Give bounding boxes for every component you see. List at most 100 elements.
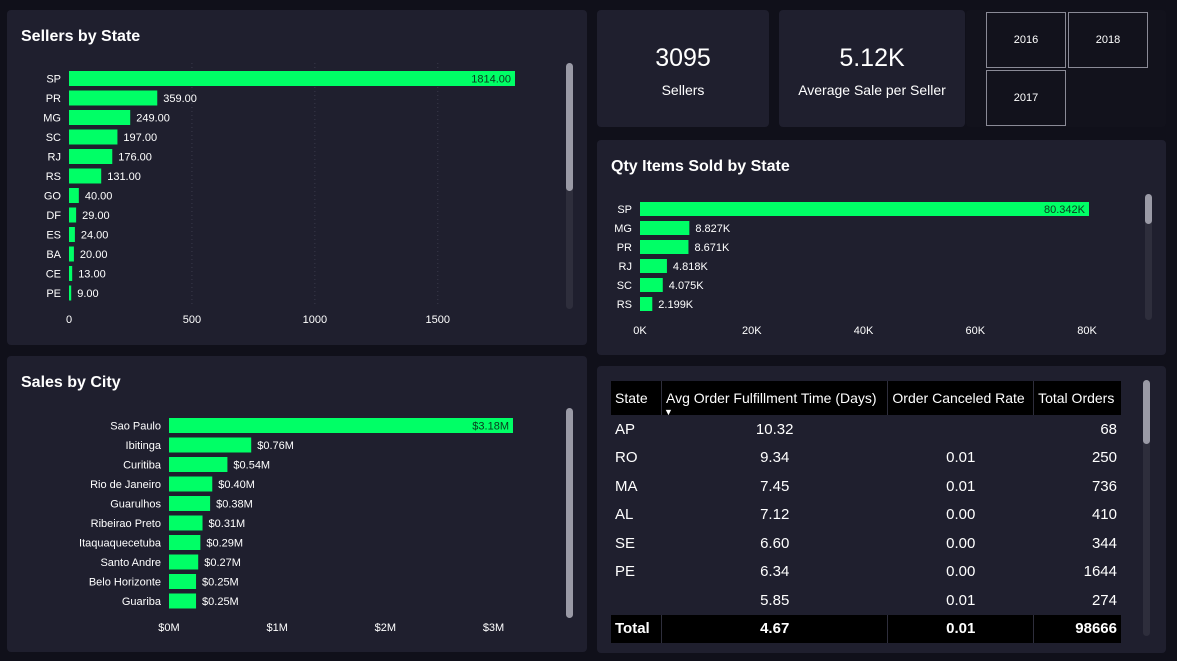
sellers-value-label: 24.00 xyxy=(81,230,109,242)
kpi-avg-sale-card: 5.12K Average Sale per Seller xyxy=(779,10,965,127)
sellers-bar xyxy=(69,207,77,223)
col-header-state[interactable]: State xyxy=(611,381,662,415)
cell-canceled-rate: 0.00 xyxy=(946,506,976,524)
city-category-label: Itaquaquecetuba xyxy=(79,538,162,550)
city-value-label: $0.27M xyxy=(204,557,241,569)
col-header-total-orders[interactable]: Total Orders xyxy=(1033,381,1121,415)
table-scroll-thumb[interactable] xyxy=(1143,380,1150,444)
table-row[interactable]: MA 7.45 0.01 736 xyxy=(611,472,1121,501)
table-row[interactable]: 5.85 0.01 274 xyxy=(611,586,1121,615)
sellers-chart-scrollbar[interactable] xyxy=(566,63,573,309)
sellers-chart-scroll-thumb[interactable] xyxy=(566,63,573,191)
cell-avg-fulfillment: 6.34 xyxy=(760,563,790,581)
city-value-label: $0.31M xyxy=(209,518,246,530)
qty-chart-scrollbar[interactable] xyxy=(1145,194,1152,320)
city-bar xyxy=(169,457,228,472)
sellers-x-tick-label: 500 xyxy=(183,314,201,326)
qty-x-tick-label: 60K xyxy=(966,325,986,337)
sellers-value-label: 40.00 xyxy=(85,191,113,203)
year-tile-2016[interactable]: 2016 xyxy=(986,12,1066,68)
sellers-by-state-panel: Sellers by State SP 1814.00 PR 359.00 MG 249.… xyxy=(7,10,587,345)
cell-total-orders: 410 xyxy=(1091,506,1117,524)
sellers-bar xyxy=(69,110,131,125)
cell-total-orders: 250 xyxy=(1091,449,1117,467)
table-scrollbar[interactable] xyxy=(1143,380,1150,636)
sellers-category-label: RJ xyxy=(48,152,61,164)
sellers-category-label: ES xyxy=(46,230,61,242)
kpi-avg-sale-label: Average Sale per Seller xyxy=(798,82,946,98)
sellers-category-label: SC xyxy=(46,132,61,144)
year-tile-2018[interactable]: 2018 xyxy=(1068,12,1148,68)
table-row[interactable]: AP 10.32 68 xyxy=(611,415,1121,444)
kpi-avg-sale-value: 5.12K xyxy=(839,44,905,72)
cell-canceled-rate: 0.01 xyxy=(887,614,1034,643)
sellers-value-label: 9.00 xyxy=(77,288,98,300)
cell-state: AL xyxy=(615,506,634,524)
qty-value-label: 80.342K xyxy=(1044,204,1086,216)
sellers-value-label: 131.00 xyxy=(107,171,141,183)
table-row[interactable]: SE 6.60 0.00 344 xyxy=(611,529,1121,558)
cell-state: RO xyxy=(615,449,638,467)
sellers-category-label: SP xyxy=(46,74,61,86)
sellers-bar xyxy=(69,266,73,281)
city-bar xyxy=(169,496,211,511)
cell-total-orders: 98666 xyxy=(1033,614,1121,643)
qty-x-tick-label: 80K xyxy=(1077,325,1097,337)
city-bar xyxy=(169,535,201,550)
sellers-value-label: 249.00 xyxy=(136,113,170,125)
table-row[interactable]: AL 7.12 0.00 410 xyxy=(611,501,1121,530)
city-x-tick-label: $1M xyxy=(266,622,287,634)
sellers-value-label: 29.00 xyxy=(82,210,110,222)
qty-bar xyxy=(640,221,690,235)
city-value-label: $0.54M xyxy=(233,460,270,472)
cell-canceled-rate: 0.01 xyxy=(946,449,976,467)
cell-state: Total xyxy=(611,614,662,643)
sales-by-city-chart: Sao Paulo $3.18M Ibitinga $0.76M Curitiba $0.… xyxy=(79,418,513,634)
city-chart-scroll-thumb[interactable] xyxy=(566,408,573,618)
cell-avg-fulfillment: 10.32 xyxy=(755,420,794,438)
table-row[interactable]: RO 9.34 0.01 250 xyxy=(611,444,1121,473)
qty-value-label: 4.075K xyxy=(669,280,705,292)
cell-state: MA xyxy=(615,477,638,495)
sellers-by-state-chart: SP 1814.00 PR 359.00 MG 249.00 SC 197.00 RJ 176.0… xyxy=(43,63,515,326)
city-bar xyxy=(169,418,513,433)
sellers-value-label: 13.00 xyxy=(78,269,106,281)
qty-x-tick-label: 40K xyxy=(854,325,874,337)
table-row[interactable]: PE 6.34 0.00 1644 xyxy=(611,558,1121,587)
qty-x-tick-label: 20K xyxy=(742,325,762,337)
qty-category-label: RS xyxy=(617,299,632,311)
city-bar xyxy=(169,574,197,589)
cell-state: AP xyxy=(615,420,636,438)
cell-avg-fulfillment: 7.12 xyxy=(760,506,790,524)
qty-category-label: SC xyxy=(617,280,632,292)
table-total-row[interactable]: Total 4.67 0.01 98666 xyxy=(611,614,1121,643)
cell-state xyxy=(611,586,662,615)
cell-canceled-rate: 0.00 xyxy=(946,563,976,581)
kpi-sellers-value: 3095 xyxy=(655,44,711,72)
qty-bar xyxy=(640,240,689,254)
cell-total-orders: 274 xyxy=(1091,591,1117,609)
cell-state: SE xyxy=(615,534,636,552)
sellers-bar xyxy=(69,90,158,106)
col-header-avg-fulfillment[interactable]: Avg Order Fulfillment Time (Days) ▼ xyxy=(660,381,888,417)
city-category-label: Belo Horizonte xyxy=(89,577,161,589)
city-x-tick-label: $0M xyxy=(158,622,179,634)
qty-chart-scroll-thumb[interactable] xyxy=(1145,194,1152,224)
city-value-label: $0.25M xyxy=(202,577,239,589)
sellers-value-label: 20.00 xyxy=(80,249,108,261)
sellers-category-label: PE xyxy=(46,288,61,300)
qty-value-label: 8.671K xyxy=(694,242,730,254)
sellers-bar xyxy=(69,188,79,203)
city-chart-scrollbar[interactable] xyxy=(566,408,573,618)
col-header-canceled-rate[interactable]: Order Canceled Rate xyxy=(887,381,1034,415)
city-value-label: $3.18M xyxy=(472,421,509,433)
sellers-value-label: 197.00 xyxy=(123,132,157,144)
cell-avg-fulfillment: 6.60 xyxy=(760,534,790,552)
qty-bar xyxy=(640,278,663,292)
qty-category-label: MG xyxy=(614,223,632,235)
qty-category-label: PR xyxy=(617,242,632,254)
city-value-label: $0.76M xyxy=(257,440,294,452)
sellers-value-label: 359.00 xyxy=(163,93,197,105)
year-tile-2017[interactable]: 2017 xyxy=(986,70,1066,126)
sellers-category-label: PR xyxy=(46,93,61,105)
